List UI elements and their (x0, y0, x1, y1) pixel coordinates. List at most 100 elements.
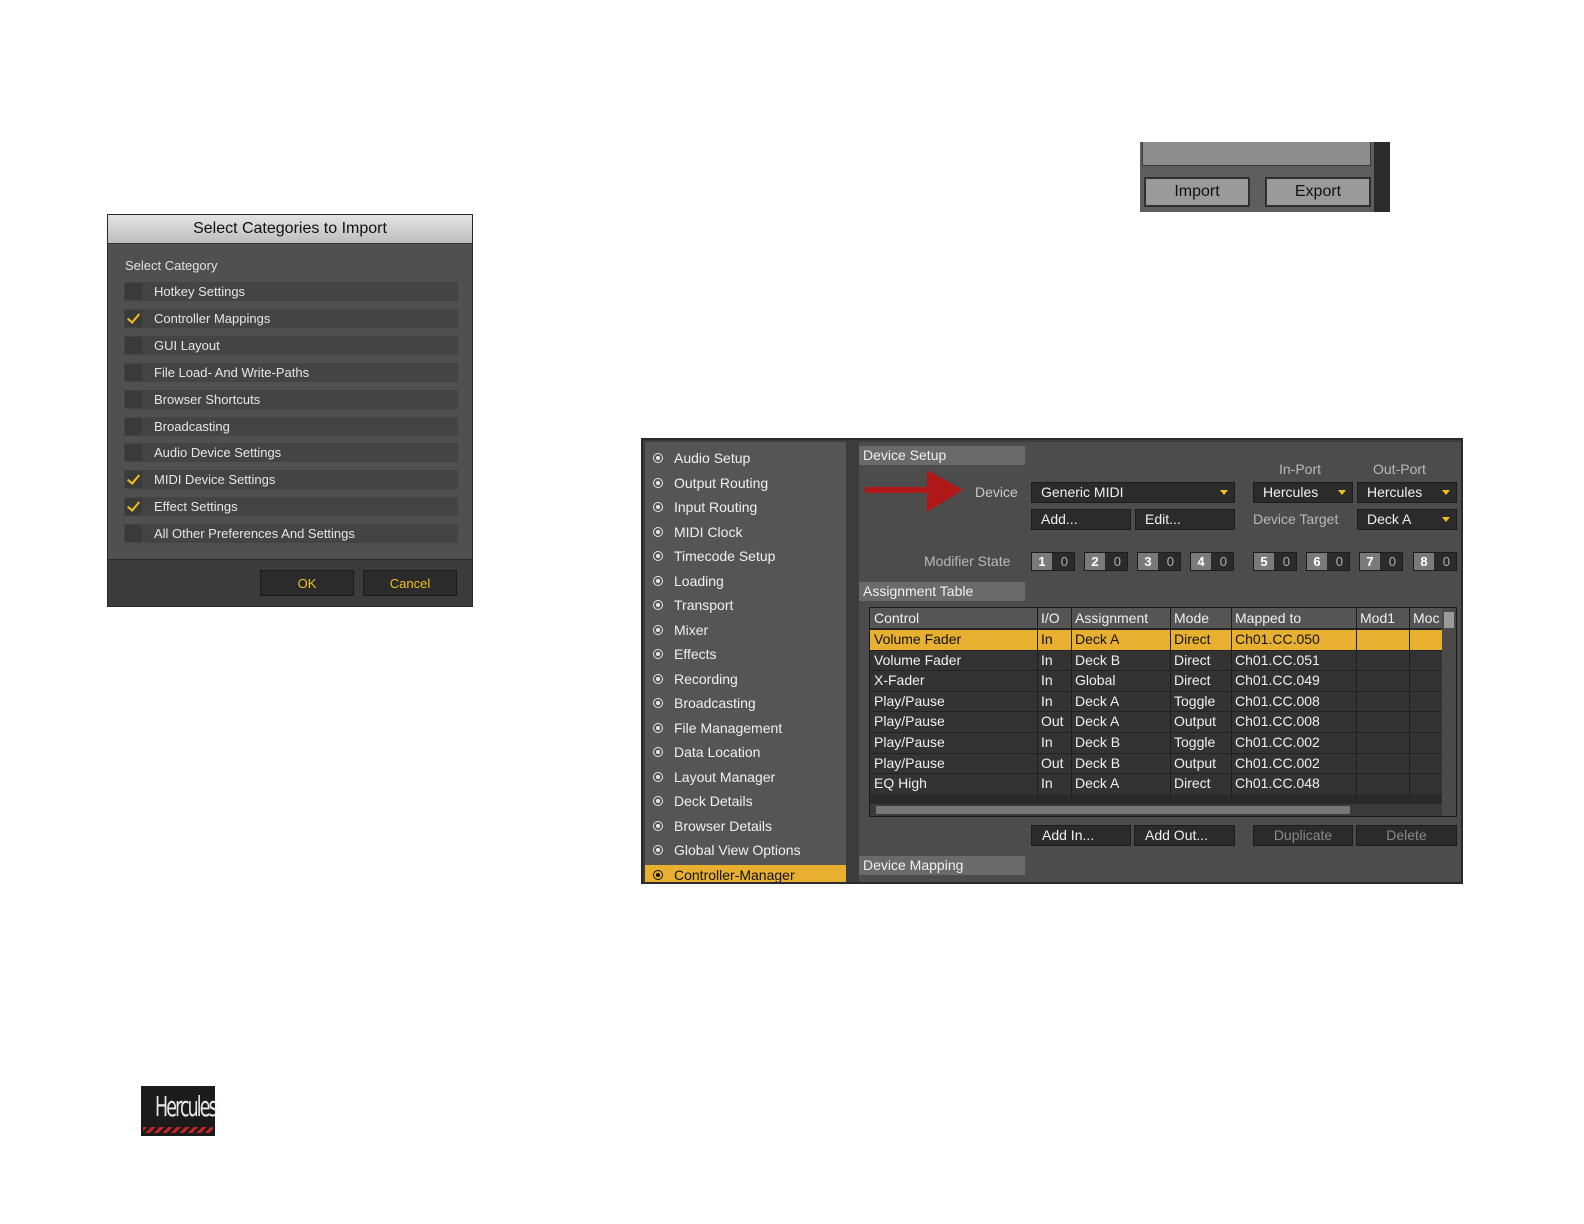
modifier-state-box[interactable]: 40 (1190, 552, 1234, 571)
modifier-state-box[interactable]: 80 (1413, 552, 1457, 571)
duplicate-button[interactable]: Duplicate (1253, 825, 1353, 846)
add-device-button[interactable]: Add... (1031, 509, 1131, 530)
table-cell: Ch01.CC.002 (1235, 754, 1320, 771)
import-export-panel: Import Export (1140, 142, 1390, 212)
column-header-io[interactable]: I/O (1041, 610, 1060, 626)
table-cell: Deck A (1075, 631, 1120, 647)
modifier-number: 5 (1254, 553, 1274, 570)
horizontal-scrollbar[interactable] (870, 804, 1442, 816)
sidebar-item[interactable]: Input Routing (645, 497, 846, 521)
modifier-state-box[interactable]: 30 (1137, 552, 1181, 571)
device-value: Generic MIDI (1041, 484, 1124, 500)
cancel-button[interactable]: Cancel (363, 570, 457, 596)
category-checkbox[interactable] (125, 444, 142, 462)
radio-bullet-icon (653, 673, 663, 684)
category-label: Audio Device Settings (154, 445, 282, 461)
import-button[interactable]: Import (1144, 177, 1250, 207)
category-checkbox[interactable] (125, 363, 142, 381)
modifier-state-box[interactable]: 50 (1253, 552, 1297, 571)
modifier-state-box[interactable]: 70 (1359, 552, 1403, 571)
delete-button[interactable]: Delete (1356, 825, 1457, 846)
category-checkbox[interactable] (125, 498, 142, 516)
sidebar-item[interactable]: Mixer (645, 620, 846, 644)
controller-manager-panel: Device Setup In-Port Out-Port Device Gen… (859, 442, 1461, 882)
category-item[interactable]: Browser Shortcuts (124, 389, 458, 409)
category-item[interactable]: Hotkey Settings (124, 282, 458, 301)
radio-bullet-icon (653, 820, 663, 831)
category-item[interactable]: GUI Layout (124, 335, 458, 355)
scroll-thumb[interactable] (876, 806, 1350, 814)
out-port-dropdown[interactable]: Hercules (1357, 482, 1457, 503)
ok-button[interactable]: OK (260, 570, 354, 596)
sidebar-item[interactable]: Loading (645, 571, 846, 595)
sidebar-item[interactable]: Deck Details (645, 791, 846, 815)
sidebar-item[interactable]: Broadcasting (645, 693, 846, 717)
sidebar-item[interactable]: Output Routing (645, 473, 846, 497)
scroll-thumb[interactable] (1444, 612, 1454, 628)
category-checkbox[interactable] (125, 336, 142, 354)
sidebar-item[interactable]: Audio Setup (645, 448, 846, 472)
radio-bullet-icon (653, 845, 663, 855)
radio-bullet-icon (653, 526, 663, 537)
modifier-state-box[interactable]: 20 (1084, 552, 1128, 571)
column-header-control[interactable]: Control (874, 610, 919, 626)
category-checkbox[interactable] (125, 283, 142, 300)
sidebar-item-label: Global View Options (674, 842, 801, 858)
category-item[interactable]: Effect Settings (124, 497, 458, 517)
radio-bullet-icon (653, 575, 663, 586)
table-cell: Deck B (1075, 734, 1121, 750)
add-out-button[interactable]: Add Out... (1134, 825, 1235, 846)
category-item[interactable]: MIDI Device Settings (124, 470, 458, 490)
column-header-mod2[interactable]: Moc (1413, 610, 1442, 626)
column-header-assignment[interactable]: Assignment (1075, 610, 1148, 626)
sidebar-item-label: Deck Details (674, 793, 753, 809)
modifier-number: 8 (1414, 553, 1434, 570)
vertical-scrollbar[interactable] (1442, 608, 1456, 816)
category-item[interactable]: Audio Device Settings (124, 443, 458, 463)
sidebar-item[interactable]: Data Location (645, 742, 846, 766)
sidebar-item[interactable]: Timecode Setup (645, 546, 846, 570)
add-in-button[interactable]: Add In... (1031, 825, 1131, 846)
category-item[interactable]: Broadcasting (124, 416, 458, 436)
edit-device-button[interactable]: Edit... (1135, 509, 1235, 530)
category-item[interactable]: Controller Mappings (124, 308, 458, 328)
radio-bullet-icon (653, 453, 663, 463)
category-checkbox[interactable] (125, 525, 142, 543)
radio-bullet-icon (653, 747, 663, 757)
out-port-label: Out-Port (1373, 461, 1426, 477)
sidebar-item[interactable]: Layout Manager (645, 767, 846, 791)
table-cell: Ch01.CC.050 (1235, 631, 1320, 647)
category-checkbox[interactable] (125, 471, 142, 489)
modifier-state-box[interactable]: 60 (1306, 552, 1350, 571)
sidebar-item[interactable]: Recording (645, 669, 846, 693)
sidebar-item[interactable]: Browser Details (645, 816, 846, 840)
table-cell: Play/Pause (874, 734, 945, 750)
panel-edge (1374, 142, 1390, 212)
sidebar-item[interactable]: Controller-Manager (645, 864, 846, 882)
column-header-mod1[interactable]: Mod1 (1360, 610, 1395, 626)
column-header-mapped-to[interactable]: Mapped to (1235, 610, 1301, 626)
modifier-number: 2 (1085, 553, 1105, 570)
sidebar-item[interactable]: Transport (645, 595, 846, 619)
sidebar-item-label: Output Routing (674, 474, 769, 491)
radio-bullet-icon (653, 624, 663, 635)
sidebar-item[interactable]: Effects (645, 644, 846, 668)
device-dropdown[interactable]: Generic MIDI (1031, 482, 1235, 503)
table-cell: In (1041, 672, 1053, 689)
sidebar-item[interactable]: File Management (645, 718, 846, 742)
in-port-dropdown[interactable]: Hercules (1253, 482, 1353, 503)
device-target-value: Deck A (1367, 511, 1412, 527)
export-button[interactable]: Export (1265, 177, 1371, 207)
category-item[interactable]: All Other Preferences And Settings (124, 524, 458, 544)
table-cell: Volume Fader (874, 631, 962, 647)
column-header-mode[interactable]: Mode (1174, 610, 1209, 626)
category-checkbox[interactable] (125, 390, 142, 408)
device-target-dropdown[interactable]: Deck A (1357, 509, 1457, 530)
category-checkbox[interactable] (125, 417, 142, 435)
category-item[interactable]: File Load- And Write-Paths (124, 362, 458, 382)
sidebar-item[interactable]: Global View Options (645, 840, 846, 864)
category-checkbox[interactable] (125, 309, 142, 327)
modifier-state-box[interactable]: 10 (1031, 552, 1075, 571)
modifier-number: 6 (1307, 553, 1327, 570)
sidebar-item[interactable]: MIDI Clock (645, 522, 846, 546)
